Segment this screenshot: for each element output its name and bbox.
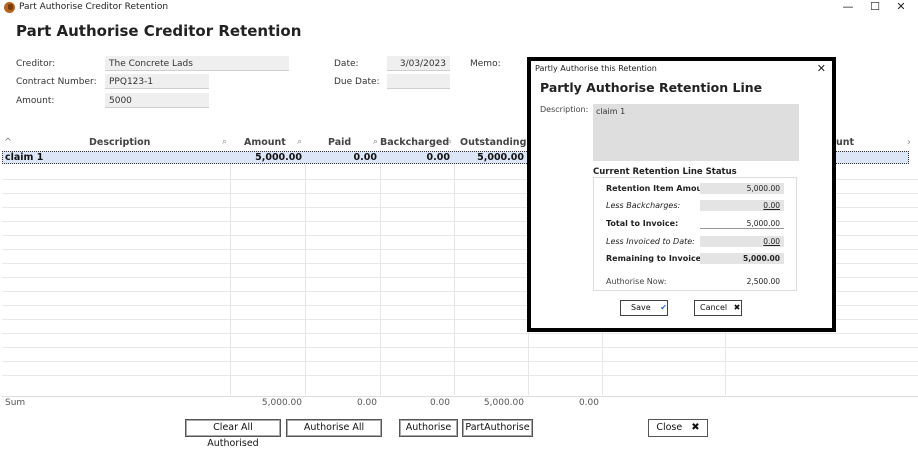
row-outstanding: 5,000.00 (477, 152, 524, 163)
col-outstanding[interactable]: Outstanding (460, 137, 526, 148)
col-description[interactable]: Description (89, 137, 150, 148)
amount-field[interactable]: 5000 (105, 93, 209, 108)
dialog-window-title: Partly Authorise this Retention (535, 64, 657, 73)
retention-item-amount-label: Retention Item Amount: (606, 184, 715, 193)
row-amount: 5,000.00 (255, 152, 302, 163)
contract-number-field[interactable]: PPQ123-1 (105, 74, 209, 89)
dialog-heading: Partly Authorise Retention Line (540, 80, 763, 95)
col-paid[interactable]: Paid (328, 137, 351, 148)
col-backcharged[interactable]: Backcharged (380, 137, 449, 148)
authorise-now-input[interactable]: 2,500.00 (700, 276, 784, 287)
less-backcharges-value: 0.00 (700, 200, 784, 211)
clear-all-authorised-button[interactable]: Clear All Authorised (185, 419, 281, 449)
status-title: Current Retention Line Status (593, 167, 737, 177)
col-authorised-amount[interactable]: unt (836, 137, 854, 148)
date-field[interactable]: 3/03/2023 (387, 56, 450, 71)
remaining-to-invoice-label: Remaining to Invoice: (606, 254, 705, 263)
scroll-right-icon[interactable]: › (907, 137, 911, 148)
close-button-label: Close (656, 422, 683, 433)
close-button[interactable]: Close ✖ (648, 419, 708, 437)
sum-label: Sum (5, 398, 26, 408)
due-date-label: Due Date: (334, 77, 380, 87)
page-title: Part Authorise Creditor Retention (16, 22, 302, 40)
creditor-field[interactable]: The Concrete Lads (105, 56, 289, 71)
description-field[interactable]: claim 1 (593, 104, 799, 161)
total-to-invoice-label: Total to Invoice: (606, 219, 679, 228)
authorise-all-button[interactable]: Authorise All (286, 419, 382, 437)
search-icon[interactable]: ⌕ (373, 137, 378, 147)
title-bar: Part Authorise Creditor Retention — ☐ ✕ (0, 0, 918, 16)
sum-amount: 5,000.00 (261, 398, 302, 408)
status-panel: Retention Item Amount: 5,000.00 Less Bac… (593, 177, 797, 291)
sum-outstanding: 5,000.00 (483, 398, 524, 408)
search-icon[interactable]: ⌕ (222, 137, 227, 147)
sort-arrow-icon[interactable]: ^ (4, 137, 12, 148)
row-backcharged: 0.00 (426, 152, 450, 163)
less-backcharges-label: Less Backcharges: (606, 201, 681, 210)
cancel-button[interactable]: Cancel ✖ (694, 300, 742, 316)
less-invoiced-value: 0.00 (700, 236, 784, 247)
cancel-button-label: Cancel (700, 303, 728, 312)
checkmark-icon: ✔ (660, 303, 667, 312)
window-title: Part Authorise Creditor Retention (19, 2, 169, 12)
row-description: claim 1 (5, 152, 44, 163)
close-icon: ✖ (691, 422, 700, 433)
sum-paid: 0.00 (356, 398, 377, 408)
due-date-field[interactable] (387, 74, 450, 89)
retention-item-amount-value: 5,000.00 (700, 183, 784, 194)
contract-number-label: Contract Number: (16, 77, 97, 87)
sum-backcharged: 0.00 (429, 398, 450, 408)
save-button-label: Save (631, 303, 651, 312)
date-label: Date: (334, 59, 359, 69)
search-icon[interactable]: ⌕ (447, 137, 452, 147)
less-invoiced-label: Less Invoiced to Date: (606, 237, 695, 246)
authorise-button[interactable]: Authorise (399, 419, 458, 437)
remaining-to-invoice-value: 5,000.00 (700, 253, 784, 264)
memo-label: Memo: (470, 59, 501, 69)
sum-authorised: 0.00 (578, 398, 599, 408)
part-authorise-button[interactable]: PartAuthorise (462, 419, 533, 437)
creditor-label: Creditor: (16, 59, 56, 69)
authorise-now-label: Authorise Now: (606, 277, 667, 286)
total-to-invoice-value: 5,000.00 (700, 218, 784, 229)
description-label: Description: (540, 105, 589, 114)
cancel-x-icon: ✖ (733, 303, 741, 312)
minimize-button[interactable]: — (833, 0, 863, 14)
close-window-button[interactable]: ✕ (886, 0, 916, 14)
save-button[interactable]: Save ✔ (620, 300, 668, 316)
search-icon[interactable]: ⌕ (297, 137, 302, 147)
col-amount[interactable]: Amount (244, 137, 286, 148)
dialog-close-icon[interactable]: ✕ (817, 62, 826, 75)
app-logo-icon (4, 2, 15, 13)
row-paid: 0.00 (353, 152, 377, 163)
amount-label: Amount: (16, 96, 55, 106)
partly-authorise-dialog: Partly Authorise this Retention ✕ Partly… (531, 61, 832, 328)
